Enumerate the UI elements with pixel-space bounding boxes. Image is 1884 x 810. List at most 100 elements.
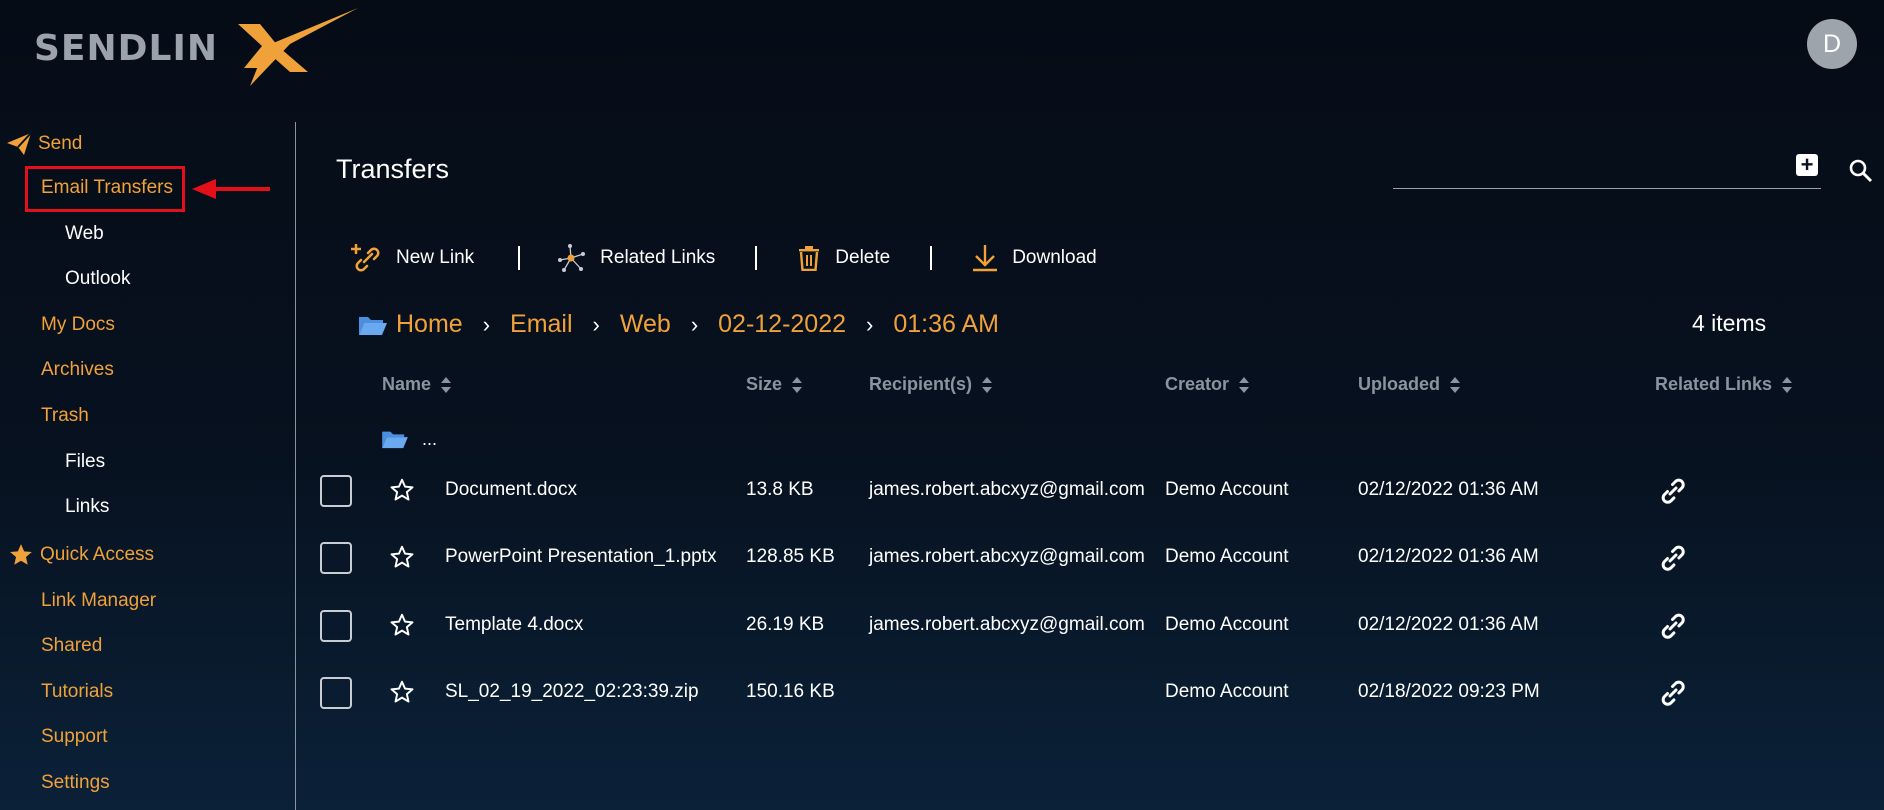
row-checkbox[interactable]: [320, 475, 352, 507]
sidebar-item-my-docs[interactable]: My Docs: [41, 314, 115, 336]
file-creator: Demo Account: [1165, 479, 1289, 500]
page-title: Transfers: [336, 154, 450, 184]
sort-icon: [982, 376, 993, 393]
chevron-right-icon: ›: [592, 311, 600, 337]
column-header-name[interactable]: Name: [382, 374, 452, 395]
new-link-button[interactable]: New Link: [350, 242, 474, 274]
breadcrumb-home[interactable]: Home: [396, 310, 463, 339]
column-header-related-links[interactable]: Related Links: [1655, 374, 1793, 395]
breadcrumb-time[interactable]: 01:36 AM: [893, 310, 999, 339]
download-icon: [973, 245, 998, 272]
file-name[interactable]: Template 4.docx: [445, 597, 583, 653]
column-header-recipients[interactable]: Recipient(s): [869, 374, 993, 395]
column-label: Uploaded: [1358, 374, 1441, 394]
search-icon[interactable]: [1846, 156, 1876, 186]
file-recipient: james.robert.abcxyz@gmail.com: [869, 479, 1145, 500]
file-creator: Demo Account: [1165, 681, 1289, 702]
file-creator: Demo Account: [1165, 614, 1289, 635]
add-button[interactable]: +: [1796, 154, 1818, 176]
sort-icon: [1239, 376, 1250, 393]
column-header-uploaded[interactable]: Uploaded: [1358, 374, 1461, 395]
toolbar-divider: [755, 246, 758, 270]
link-icon[interactable]: [1657, 677, 1689, 709]
column-header-creator[interactable]: Creator: [1165, 374, 1250, 395]
sidebar-item-label: Support: [41, 726, 108, 747]
items-count: 4 items: [1692, 310, 1767, 336]
related-links-button[interactable]: Related Links: [556, 244, 715, 272]
file-size: 128.85 KB: [746, 546, 835, 567]
related-links-label: Related Links: [600, 247, 716, 268]
chevron-right-icon: ›: [690, 311, 699, 337]
table-row[interactable]: Document.docx 13.8 KB james.robert.abcxy…: [0, 462, 1884, 518]
sidebar-item-label: Send: [38, 133, 83, 154]
search-input[interactable]: [1393, 188, 1821, 189]
file-uploaded: 02/18/2022 09:23 PM: [1358, 681, 1540, 702]
app-logo: SENDLIN: [34, 6, 358, 86]
paper-plane-icon: [6, 131, 32, 157]
sort-icon: [792, 376, 803, 393]
column-label: Related Links: [1655, 374, 1773, 394]
download-button[interactable]: Download: [972, 244, 1097, 272]
file-size: 26.19 KB: [746, 614, 825, 635]
breadcrumb-email[interactable]: Email: [510, 310, 573, 339]
sidebar-item-label: Trash: [41, 405, 89, 426]
toolbar-divider: [518, 246, 521, 270]
toolbar-divider: [930, 246, 933, 270]
breadcrumb-date[interactable]: 02-12-2022: [718, 310, 846, 339]
file-uploaded: 02/12/2022 01:36 AM: [1358, 479, 1539, 500]
breadcrumb-web[interactable]: Web: [620, 310, 671, 339]
delete-button[interactable]: Delete: [797, 245, 890, 271]
file-name[interactable]: PowerPoint Presentation_1.pptx: [445, 529, 716, 585]
sidebar-item-label: My Docs: [41, 314, 115, 335]
file-uploaded: 02/12/2022 01:36 AM: [1358, 546, 1539, 567]
file-recipient: james.robert.abcxyz@gmail.com: [869, 546, 1145, 567]
chevron-right-icon: ›: [482, 311, 491, 337]
network-icon: [558, 244, 586, 272]
sidebar-item-support[interactable]: Support: [41, 726, 108, 748]
user-avatar[interactable]: D: [1807, 19, 1857, 69]
table-row[interactable]: PowerPoint Presentation_1.pptx 128.85 KB…: [0, 529, 1884, 585]
file-recipient: james.robert.abcxyz@gmail.com: [869, 614, 1145, 635]
breadcrumb: Home › Email › Web › 02-12-2022 › 01:36 …: [358, 310, 999, 339]
sidebar-item-email-transfers[interactable]: Email Transfers: [41, 177, 173, 199]
file-uploaded: 02/12/2022 01:36 AM: [1358, 614, 1539, 635]
sidebar-item-outlook[interactable]: Outlook: [65, 268, 130, 290]
folder-open-icon: [382, 431, 408, 449]
column-label: Name: [382, 374, 432, 394]
row-checkbox[interactable]: [320, 542, 352, 574]
sidebar-item-label: Archives: [41, 359, 114, 380]
sidebar-item-label: Email Transfers: [41, 177, 173, 198]
add-link-icon: [351, 244, 380, 272]
file-name[interactable]: Document.docx: [445, 462, 577, 518]
row-checkbox[interactable]: [320, 677, 352, 709]
link-icon[interactable]: [1657, 475, 1689, 507]
annotation-arrow: [192, 179, 270, 199]
star-outline-icon[interactable]: [389, 544, 415, 570]
sort-icon: [1450, 376, 1461, 393]
column-header-size[interactable]: Size: [746, 374, 803, 395]
logo-x-mark: [238, 8, 358, 86]
file-creator: Demo Account: [1165, 546, 1289, 567]
folder-open-icon: [359, 316, 387, 335]
download-label: Download: [1012, 247, 1097, 268]
star-outline-icon[interactable]: [389, 612, 415, 638]
column-label: Size: [746, 374, 783, 394]
parent-directory-row[interactable]: ...: [380, 428, 437, 450]
sort-icon: [1782, 376, 1793, 393]
sidebar-item-trash[interactable]: Trash: [41, 405, 89, 427]
delete-label: Delete: [835, 247, 891, 268]
sidebar-item-settings[interactable]: Settings: [41, 772, 110, 794]
link-icon[interactable]: [1657, 610, 1689, 642]
star-outline-icon[interactable]: [389, 679, 415, 705]
trash-icon: [799, 246, 820, 271]
sidebar-item-send[interactable]: Send: [6, 131, 82, 157]
table-row[interactable]: SL_02_19_2022_02:23:39.zip 150.16 KB Dem…: [0, 664, 1884, 720]
star-outline-icon[interactable]: [389, 477, 415, 503]
sidebar-item-archives[interactable]: Archives: [41, 359, 114, 381]
sidebar-item-label: Settings: [41, 772, 110, 793]
row-checkbox[interactable]: [320, 610, 352, 642]
sidebar-item-web[interactable]: Web: [65, 223, 104, 245]
table-row[interactable]: Template 4.docx 26.19 KB james.robert.ab…: [0, 597, 1884, 653]
link-icon[interactable]: [1657, 542, 1689, 574]
file-name[interactable]: SL_02_19_2022_02:23:39.zip: [445, 664, 699, 720]
